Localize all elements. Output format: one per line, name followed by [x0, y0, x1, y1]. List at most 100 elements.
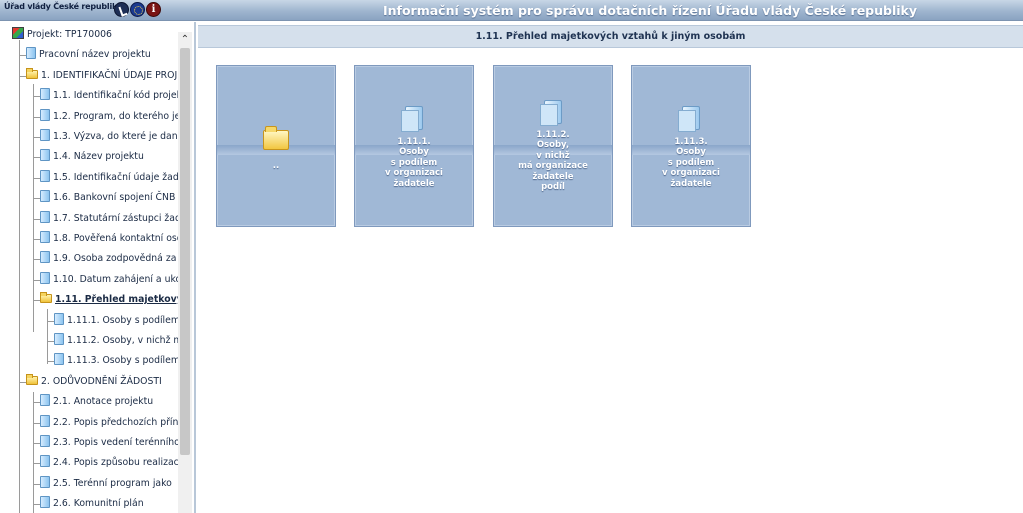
- document-icon: [40, 210, 50, 225]
- tree-item[interactable]: 1.4. Název projektu: [40, 148, 178, 166]
- document-icon: [40, 169, 50, 184]
- tree-guide-line: [33, 402, 40, 404]
- tree-item-label: 1.9. Osoba zodpovědná za: [53, 253, 177, 265]
- document-icon: [40, 88, 50, 103]
- tree-item-label: 2.4. Popis způsobu realizace: [53, 457, 178, 469]
- tree-item-label: 2. ODŮVODNĚNÍ ŽÁDOSTI: [41, 375, 162, 387]
- tree-guide-line: [47, 361, 54, 363]
- scroll-thumb[interactable]: [180, 48, 190, 455]
- brand-logo-text[interactable]: Úřad vlády České republiky: [4, 2, 122, 11]
- document-icon: [40, 108, 50, 123]
- navigation-tile[interactable]: 1.11.3. Osoby s podílem v organizaci žad…: [631, 65, 751, 227]
- tree-item[interactable]: 1.6. Bankovní spojení ČNB: [40, 189, 178, 207]
- tree-guide-line: [33, 96, 40, 98]
- document-icon: [40, 271, 50, 286]
- tree-item[interactable]: 2.5. Terénní program jako: [40, 475, 178, 493]
- document-icon: [54, 353, 64, 368]
- document-icon: [40, 475, 50, 490]
- tree-item-label: 1.7. Statutární zástupci žadatele: [53, 212, 178, 224]
- tree-item[interactable]: 2.6. Komunitní plán: [40, 495, 178, 513]
- tree-item-label: 1.10. Datum zahájení a ukončení: [53, 273, 178, 285]
- tree-item-label: Pracovní název projektu: [39, 49, 151, 61]
- tree-guide-line: [47, 309, 48, 364]
- tree-item-label: 1.6. Bankovní spojení ČNB: [53, 192, 176, 204]
- eu-flag-icon[interactable]: [130, 2, 145, 17]
- tree-guide-line: [33, 177, 40, 179]
- tree-guide-line: [19, 75, 26, 77]
- page-title: 1.11. Přehled majetkových vztahů k jiným…: [198, 25, 1023, 48]
- document-icon: [678, 106, 700, 132]
- accessibility-icon[interactable]: [114, 2, 129, 17]
- tree-item-label: 1. IDENTIFIKAČNÍ ÚDAJE PROJEKTU: [41, 69, 178, 81]
- navigation-tile[interactable]: ..: [216, 65, 336, 227]
- tree-item[interactable]: 1.10. Datum zahájení a ukončení: [40, 271, 178, 289]
- document-icon: [54, 312, 64, 327]
- tree-item[interactable]: 2.2. Popis předchozích příno: [40, 414, 178, 432]
- tree-item[interactable]: 1.5. Identifikační údaje žadatele: [40, 169, 178, 187]
- tree-guide-line: [33, 300, 40, 302]
- folder-icon: [263, 126, 289, 150]
- tile-label: 1.11.2. Osoby, v nichž má organizace žad…: [518, 130, 588, 193]
- tree-guide-line: [33, 218, 40, 220]
- tree-item[interactable]: 1.7. Statutární zástupci žadatele: [40, 210, 178, 228]
- tree-guide-line: [33, 84, 34, 332]
- navigation-tree: Projekt: TP170006 Pracovní název projektu…: [0, 22, 180, 513]
- tree-item[interactable]: 1.11.1. Osoby s podílem: [54, 312, 178, 330]
- folder-icon: [26, 67, 38, 79]
- main-content: 1.11. Přehled majetkových vztahů k jiným…: [198, 22, 1023, 513]
- tree-guide-line: [19, 55, 26, 57]
- app-header: Úřad vlády České republiky i Informační …: [0, 0, 1023, 21]
- tree-guide-line: [33, 483, 40, 485]
- tree-guide-line: [33, 422, 40, 424]
- document-icon: [40, 496, 50, 511]
- tree-item[interactable]: 1.2. Program, do kterého je projekt: [40, 108, 178, 126]
- tree-guide-line: [33, 116, 40, 118]
- tree-item-label: 1.11.1. Osoby s podílem: [67, 314, 178, 326]
- tree-item-label: 2.2. Popis předchozích příno: [53, 416, 178, 428]
- tree-item[interactable]: 2.1. Anotace projektu: [40, 393, 178, 411]
- info-icon[interactable]: i: [146, 2, 161, 17]
- tree-guide-line: [33, 279, 40, 281]
- tree-item-label: 1.11.2. Osoby, v nichž má: [67, 335, 178, 346]
- tree-item[interactable]: 1.11. Přehled majetkových vztahů: [40, 291, 178, 309]
- folder-open-icon: [40, 292, 52, 304]
- tree-item-label: 1.1. Identifikační kód projektu: [53, 90, 178, 102]
- tree-guide-line: [33, 198, 40, 200]
- tree-item[interactable]: 1.11.3. Osoby s podílem: [54, 352, 178, 370]
- tree-item[interactable]: 2.3. Popis vedení terénního: [40, 434, 178, 452]
- project-cube-icon: [12, 27, 24, 39]
- document-icon: [54, 333, 64, 347]
- tile-label: ..: [272, 161, 280, 171]
- navigation-tile[interactable]: 1.11.2. Osoby, v nichž má organizace žad…: [493, 65, 613, 227]
- tree-guide-line: [33, 504, 40, 506]
- tree-guide-line: [33, 392, 34, 513]
- tree-item[interactable]: 1.9. Osoba zodpovědná za: [40, 250, 178, 268]
- document-icon: [40, 231, 50, 245]
- document-icon: [40, 394, 50, 409]
- document-icon: [40, 149, 50, 164]
- document-icon: [40, 435, 50, 449]
- tree-item[interactable]: 2. ODŮVODNĚNÍ ŽÁDOSTI: [26, 373, 178, 391]
- navigation-tile[interactable]: 1.11.1. Osoby s podílem v organizaci žad…: [354, 65, 474, 227]
- app-title: Informační systém pro správu dotačních ř…: [382, 3, 917, 18]
- folder-icon: [26, 373, 38, 385]
- tree-item[interactable]: 1.1. Identifikační kód projektu: [40, 87, 178, 105]
- navigation-tree-panel: Projekt: TP170006 Pracovní název projektu…: [0, 22, 196, 513]
- tree-item[interactable]: 1.8. Pověřená kontaktní osoba: [40, 230, 178, 248]
- tree-item-label: 2.1. Anotace projektu: [53, 396, 154, 408]
- tree-item-label: 1.11.3. Osoby s podílem: [67, 355, 178, 367]
- tree-item[interactable]: Projekt: TP170006: [12, 26, 178, 44]
- tree-item[interactable]: 1.11.2. Osoby, v nichž má: [54, 332, 178, 350]
- tree-item[interactable]: 1. IDENTIFIKAČNÍ ÚDAJE PROJEKTU: [26, 67, 178, 85]
- document-icon: [26, 47, 36, 62]
- tree-item[interactable]: 1.3. Výzva, do které je dané: [40, 128, 178, 146]
- tree-guide-line: [19, 40, 20, 513]
- tree-scrollbar[interactable]: ⌃: [178, 32, 192, 513]
- scroll-up-button[interactable]: ⌃: [178, 32, 192, 46]
- tile-label: 1.11.1. Osoby s podílem v organizaci žad…: [385, 137, 443, 189]
- tree-item-label: 1.2. Program, do kterého je projekt: [53, 110, 178, 122]
- tree-item[interactable]: Pracovní název projektu: [26, 46, 178, 64]
- tree-item[interactable]: 2.4. Popis způsobu realizace: [40, 454, 178, 472]
- tree-item-label: 1.8. Pověřená kontaktní osoba: [53, 233, 178, 244]
- document-icon: [40, 129, 50, 143]
